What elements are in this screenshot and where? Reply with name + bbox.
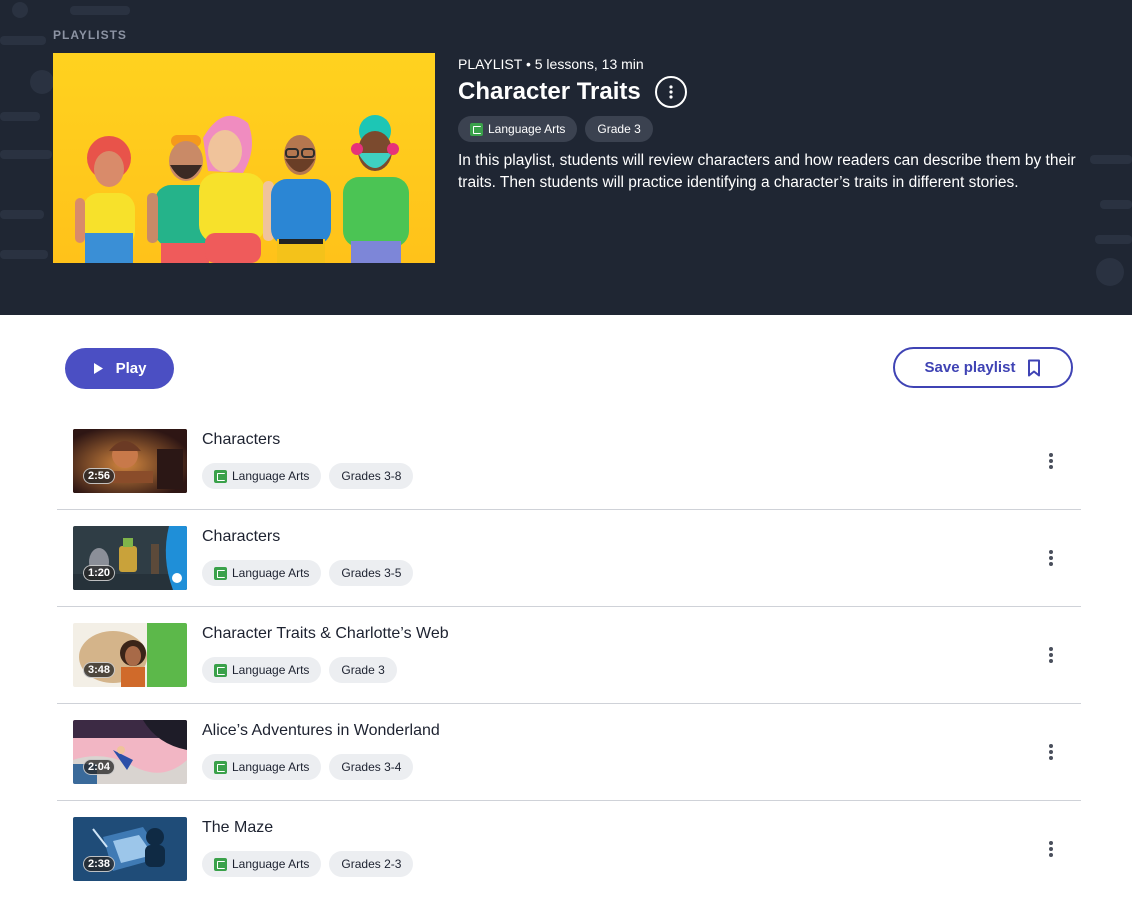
more-vertical-icon bbox=[1049, 841, 1053, 845]
playlist-grade-label: Grade 3 bbox=[597, 122, 641, 136]
lesson-options-button[interactable] bbox=[1041, 449, 1061, 473]
playlist-meta: PLAYLIST • 5 lessons, 13 min bbox=[458, 56, 644, 72]
playlist-title-row: Character Traits bbox=[458, 76, 687, 108]
lesson-grade-tag[interactable]: Grades 3-4 bbox=[329, 754, 414, 780]
save-playlist-button[interactable]: Save playlist bbox=[893, 347, 1073, 388]
lesson-options-button[interactable] bbox=[1041, 837, 1061, 861]
lesson-thumbnail[interactable]: 3:48 bbox=[73, 623, 187, 687]
lesson-title[interactable]: Character Traits & Charlotte’s Web bbox=[202, 625, 449, 643]
lesson-thumbnail[interactable]: 2:04 bbox=[73, 720, 187, 784]
lesson-list: 2:56 Characters Language Arts Grades 3-8 bbox=[57, 413, 1081, 898]
cover-figure-3 bbox=[199, 115, 274, 263]
lesson-subject-tag[interactable]: Language Arts bbox=[202, 851, 322, 877]
lesson-row[interactable]: 3:48 Character Traits & Charlotte’s Web … bbox=[57, 607, 1081, 704]
lesson-grade-tag[interactable]: Grades 3-8 bbox=[329, 463, 414, 489]
lesson-tags: Language Arts Grade 3 bbox=[202, 657, 397, 683]
lesson-tags: Language Arts Grades 2-3 bbox=[202, 851, 414, 877]
lesson-row[interactable]: 1:20 Characters Language Arts Grades 3-5 bbox=[57, 510, 1081, 607]
lesson-grade-label: Grades 3-8 bbox=[341, 469, 402, 483]
lesson-title[interactable]: Characters bbox=[202, 528, 280, 546]
playlist-description: In this playlist, students will review c… bbox=[458, 152, 1076, 191]
lesson-duration: 2:38 bbox=[83, 856, 116, 872]
lesson-duration: 1:20 bbox=[83, 565, 116, 581]
lesson-subject-label: Language Arts bbox=[232, 857, 310, 871]
playlist-cover-image bbox=[53, 53, 435, 263]
lesson-grade-label: Grades 3-4 bbox=[341, 760, 402, 774]
more-vertical-icon bbox=[1049, 647, 1053, 651]
lesson-subject-label: Language Arts bbox=[232, 760, 310, 774]
lesson-duration: 3:48 bbox=[83, 662, 116, 678]
lesson-grade-tag[interactable]: Grade 3 bbox=[329, 657, 397, 683]
more-vertical-icon bbox=[1049, 453, 1053, 457]
breadcrumb[interactable]: PLAYLISTS bbox=[53, 28, 127, 42]
lesson-title[interactable]: The Maze bbox=[202, 819, 273, 837]
lesson-options-button[interactable] bbox=[1041, 643, 1061, 667]
cover-figure-4 bbox=[271, 135, 331, 263]
book-icon bbox=[214, 663, 227, 677]
lesson-subject-tag[interactable]: Language Arts bbox=[202, 560, 322, 586]
lesson-thumbnail[interactable]: 2:38 bbox=[73, 817, 187, 881]
book-icon bbox=[214, 857, 227, 871]
more-vertical-icon bbox=[1049, 744, 1053, 748]
lesson-subject-label: Language Arts bbox=[232, 469, 310, 483]
save-playlist-label: Save playlist bbox=[924, 359, 1016, 376]
cover-figure-5 bbox=[343, 115, 409, 263]
cover-figure-1 bbox=[75, 136, 135, 263]
lesson-grade-tag[interactable]: Grades 3-5 bbox=[329, 560, 414, 586]
lesson-row[interactable]: 2:38 The Maze Language Arts Grades 2-3 bbox=[57, 801, 1081, 898]
lesson-row[interactable]: 2:04 Alice’s Adventures in Wonderland La… bbox=[57, 704, 1081, 801]
lesson-subject-tag[interactable]: Language Arts bbox=[202, 657, 322, 683]
lesson-subject-tag[interactable]: Language Arts bbox=[202, 463, 322, 489]
playlist-hero: PLAYLISTS PLAYLIST • 5 lessons, 13 min C… bbox=[0, 0, 1132, 315]
lesson-subject-label: Language Arts bbox=[232, 566, 310, 580]
lesson-tags: Language Arts Grades 3-8 bbox=[202, 463, 414, 489]
lesson-thumbnail[interactable]: 2:56 bbox=[73, 429, 187, 493]
more-vertical-icon bbox=[669, 85, 673, 99]
more-vertical-icon bbox=[1049, 550, 1053, 554]
playlist-subject-label: Language Arts bbox=[488, 122, 566, 136]
lesson-grade-label: Grades 3-5 bbox=[341, 566, 402, 580]
bookmark-icon bbox=[1028, 359, 1041, 376]
lesson-title[interactable]: Characters bbox=[202, 431, 280, 449]
lesson-grade-tag[interactable]: Grades 2-3 bbox=[329, 851, 414, 877]
book-icon bbox=[214, 760, 227, 774]
lesson-options-button[interactable] bbox=[1041, 740, 1061, 764]
lesson-subject-tag[interactable]: Language Arts bbox=[202, 754, 322, 780]
playlist-subject-tag[interactable]: Language Arts bbox=[458, 116, 578, 142]
play-button[interactable]: Play bbox=[65, 348, 174, 389]
book-icon bbox=[214, 566, 227, 580]
play-button-label: Play bbox=[115, 360, 147, 377]
lesson-thumbnail[interactable]: 1:20 bbox=[73, 526, 187, 590]
play-icon bbox=[93, 363, 103, 374]
lesson-options-button[interactable] bbox=[1041, 546, 1061, 570]
lesson-duration: 2:04 bbox=[83, 759, 116, 775]
playlist-title: Character Traits bbox=[458, 78, 641, 105]
lesson-grade-label: Grade 3 bbox=[341, 663, 385, 677]
lesson-subject-label: Language Arts bbox=[232, 663, 310, 677]
playlist-options-button[interactable] bbox=[654, 76, 687, 108]
book-icon bbox=[214, 469, 227, 483]
lesson-row[interactable]: 2:56 Characters Language Arts Grades 3-8 bbox=[57, 413, 1081, 510]
playlist-grade-tag[interactable]: Grade 3 bbox=[585, 116, 653, 142]
lesson-duration: 2:56 bbox=[83, 468, 116, 484]
lesson-tags: Language Arts Grades 3-5 bbox=[202, 560, 414, 586]
lesson-tags: Language Arts Grades 3-4 bbox=[202, 754, 414, 780]
lesson-grade-label: Grades 2-3 bbox=[341, 857, 402, 871]
book-icon bbox=[470, 122, 483, 136]
playlist-tags: Language Arts Grade 3 bbox=[458, 116, 653, 142]
lesson-title[interactable]: Alice’s Adventures in Wonderland bbox=[202, 722, 440, 740]
